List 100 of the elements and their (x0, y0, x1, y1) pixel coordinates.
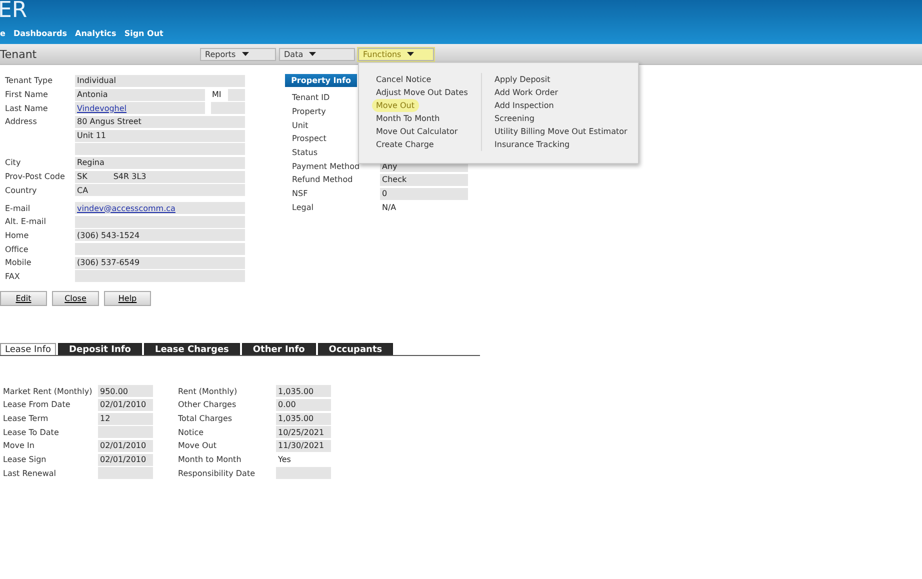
text-field[interactable] (98, 467, 153, 480)
menu-item[interactable]: Move Out Calculator (376, 125, 458, 138)
field-value: Yes (277, 454, 292, 466)
menu-button[interactable]: Data (279, 48, 355, 60)
field-label: Prov-Post Code (4, 172, 66, 182)
text-field[interactable]: CA (75, 184, 245, 196)
link[interactable]: Vindevoghel (77, 104, 127, 113)
field-label: Last Name (4, 104, 49, 113)
action-button[interactable]: Help (104, 291, 151, 306)
field-label: FAX (4, 272, 21, 281)
field-label: Address (4, 117, 38, 126)
menu-item[interactable]: Insurance Tracking (494, 138, 570, 151)
field-label: Move In (2, 441, 36, 450)
nav-link[interactable]: e (0, 29, 6, 38)
text-field[interactable]: vindev@accesscomm.ca (75, 202, 245, 214)
section-header[interactable]: Property Info (285, 74, 357, 87)
menu-item[interactable]: Month To Month (376, 112, 440, 125)
field-label: Lease From Date (2, 400, 72, 410)
field-label: Property (291, 107, 327, 116)
menu-item[interactable]: Add Inspection (494, 99, 554, 112)
field-label: Tenant Type (4, 76, 54, 86)
field-label: Legal (291, 202, 314, 212)
text-field[interactable]: Individual (75, 74, 245, 87)
menu-item[interactable]: Move Out (372, 99, 418, 112)
text-field[interactable]: 02/01/2010 (98, 454, 153, 466)
field-label: Payment Method (291, 162, 361, 171)
text-field[interactable]: Antonia (75, 88, 205, 101)
menu-button[interactable]: Functions (358, 48, 434, 60)
text-field[interactable] (98, 426, 153, 438)
field-label: City (4, 158, 22, 168)
tab[interactable]: Lease Charges (144, 343, 240, 356)
field-label: E-mail (4, 204, 32, 213)
text-field[interactable] (228, 88, 245, 101)
menu-item[interactable]: Apply Deposit (494, 73, 550, 86)
tab[interactable]: Occupants (318, 343, 394, 356)
text-field[interactable]: SK S4R 3L3 (75, 170, 245, 183)
field-label: NSF (291, 189, 309, 198)
field-label: Market Rent (Monthly) (2, 386, 94, 396)
nav-link[interactable]: Dashboards (13, 29, 67, 38)
text-field[interactable]: 02/01/2010 (98, 398, 153, 411)
text-field[interactable]: 1,035.00 (276, 385, 331, 398)
text-field[interactable]: 0.00 (276, 398, 331, 411)
menu-item[interactable]: Screening (494, 112, 534, 125)
text-field[interactable] (75, 143, 245, 156)
nav-link[interactable]: Analytics (75, 29, 116, 38)
tab[interactable]: Deposit Info (58, 343, 142, 356)
field-label: Office (4, 244, 30, 254)
field-label: Home (4, 230, 30, 240)
text-field[interactable] (75, 216, 245, 228)
link[interactable]: vindev@accesscomm.ca (77, 204, 176, 213)
field-label: Prospect (291, 134, 328, 144)
menu-item[interactable]: Utility Billing Move Out Estimator (494, 125, 628, 138)
tab[interactable]: Other Info (242, 343, 316, 356)
text-field[interactable]: 02/01/2010 (98, 440, 153, 452)
text-field[interactable]: 10/25/2021 (276, 426, 331, 438)
page-title: Tenant (0, 48, 38, 60)
menu-item[interactable]: Cancel Notice (376, 73, 432, 86)
field-label: Total Charges (178, 414, 234, 424)
field-label: Alt. E-mail (4, 217, 47, 226)
menu-button[interactable]: Reports (200, 48, 276, 60)
field-label: Country (4, 186, 38, 195)
field-label: Month to Month (178, 455, 242, 464)
text-field[interactable]: Regina (75, 156, 245, 169)
text-field[interactable] (75, 243, 245, 256)
text-field[interactable]: 1,035.00 (276, 412, 331, 425)
text-field[interactable] (276, 467, 331, 480)
text-field[interactable]: 80 Angus Street (75, 116, 245, 128)
field-label: Last Renewal (2, 468, 57, 478)
nav-link[interactable]: Sign Out (124, 29, 164, 38)
field-label: Unit (291, 120, 310, 130)
field-label: Status (291, 148, 318, 158)
text-field[interactable]: (306) 543-1524 (75, 229, 245, 242)
menu-item[interactable]: Create Charge (376, 138, 434, 151)
text-field[interactable]: 950.00 (98, 385, 153, 398)
caret-icon (242, 52, 249, 56)
field-value: N/A (381, 202, 398, 214)
field-label: MI (212, 90, 222, 100)
field-label: Notice (178, 428, 205, 437)
text-field[interactable] (211, 102, 245, 114)
caret-icon (309, 52, 316, 56)
field-label: Move Out (178, 441, 218, 450)
action-button[interactable]: Close (52, 291, 99, 306)
text-field[interactable]: 11/30/2021 (276, 440, 331, 452)
text-field[interactable]: 12 (98, 412, 153, 425)
caret-icon (407, 52, 414, 56)
field-label: Refund Method (291, 175, 354, 184)
text-field[interactable]: 0 (380, 188, 468, 200)
field-label: Rent (Monthly) (178, 386, 238, 396)
text-field[interactable]: Unit 11 (75, 130, 245, 142)
text-field[interactable]: (306) 537-6549 (75, 256, 245, 269)
field-label: Lease Term (2, 414, 50, 424)
menu-item[interactable]: Adjust Move Out Dates (376, 86, 468, 99)
action-button[interactable]: Edit (0, 291, 47, 306)
tab[interactable]: Lease Info (0, 343, 56, 356)
text-field[interactable]: Check (380, 174, 468, 186)
text-field[interactable] (75, 270, 245, 282)
text-field[interactable]: Vindevoghel (75, 102, 205, 114)
menu-item[interactable]: Add Work Order (494, 86, 558, 99)
field-label: Lease To Date (2, 428, 60, 437)
field-label: Responsibility Date (178, 468, 256, 478)
